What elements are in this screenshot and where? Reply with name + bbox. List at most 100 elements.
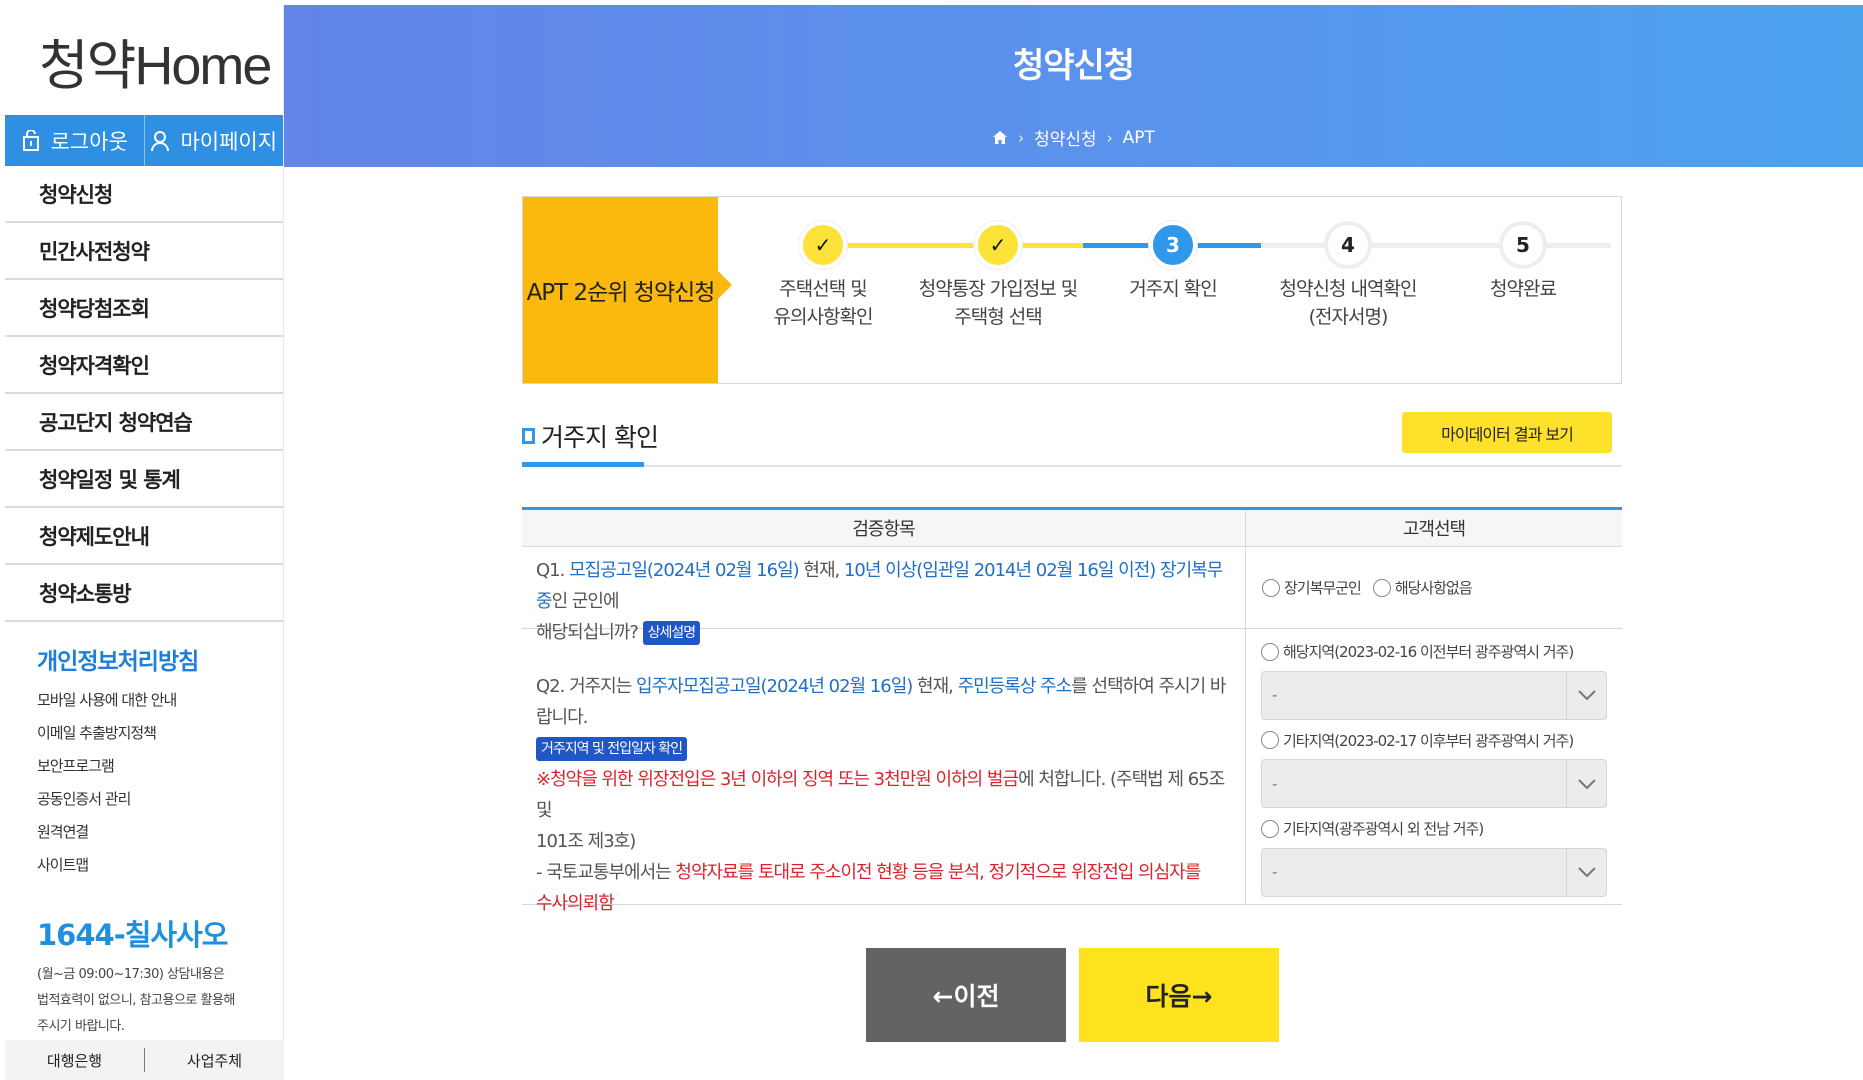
privacy-policy-link[interactable]: 개인정보처리방침 — [5, 622, 283, 676]
sidebar: 청약Home 로그아웃 마이페이지 청약신청 민간사전청약 청약당첨조회 청약자… — [5, 5, 284, 1080]
step-1-circle: ✓ — [799, 221, 847, 269]
chevron-down-icon — [1566, 849, 1606, 896]
radio-label: 해당사항없음 — [1395, 577, 1472, 598]
radio-label: 장기복무군인 — [1284, 577, 1361, 598]
breadcrumb-item[interactable]: 청약신청 — [1034, 125, 1097, 150]
step-label-line: 청약완료 — [1423, 275, 1623, 303]
home-icon[interactable] — [992, 130, 1008, 145]
q2-note-warning: 청약자료를 토대로 주소이전 현황 등을 분석, 정기적으로 위장전입 의심자를 — [675, 862, 1200, 883]
sidebar-item-apply[interactable]: 청약신청 — [5, 166, 283, 223]
radio-circle — [1262, 579, 1280, 597]
radio-long-term-military[interactable]: 장기복무군인 — [1262, 577, 1361, 598]
step-3-circle: 3 — [1149, 221, 1197, 269]
residence-check-button[interactable]: 거주지역 및 전입일자 확인 — [536, 737, 687, 761]
sub-link-mobile[interactable]: 모바일 사용에 대한 안내 — [5, 684, 283, 717]
q2-line: Q2. 거주지는 입주자모집공고일(2024년 02월 16일) 현재, 주민등… — [536, 671, 1231, 733]
square-bullet-icon — [522, 428, 535, 444]
step-2-label: 청약통장 가입정보 및주택형 선택 — [898, 275, 1098, 331]
logout-icon — [21, 130, 41, 152]
q2-note-warning: 청약을 위한 위장전입은 3년 이하의 징역 또는 3천만원 이하의 벌금 — [550, 769, 1018, 790]
sidebar-sub-links: 모바일 사용에 대한 안내 이메일 추출방지정책 보안프로그램 공동인증서 관리… — [5, 676, 283, 882]
q2-choices: 해당지역(2023-02-16 이전부터 광주광역시 거주) - 기타지역(20… — [1246, 629, 1622, 904]
breadcrumb-item[interactable]: APT — [1123, 128, 1155, 148]
sidebar-item-schedule[interactable]: 청약일정 및 통계 — [5, 451, 283, 508]
select-value: - — [1272, 863, 1277, 881]
logout-button[interactable]: 로그아웃 — [5, 115, 144, 166]
q1-date: 모집공고일(2024년 02월 16일) — [569, 560, 799, 581]
sub-link-sitemap[interactable]: 사이트맵 — [5, 849, 283, 882]
site-logo[interactable]: 청약Home — [5, 5, 283, 115]
q1-question: Q1. 모집공고일(2024년 02월 16일) 현재, 10년 이상(임관일 … — [522, 547, 1246, 628]
breadcrumb: › 청약신청 › APT — [284, 125, 1863, 150]
page-title: 청약신청 — [284, 38, 1863, 87]
user-bar: 로그아웃 마이페이지 — [5, 115, 283, 166]
sidebar-item-pre-subscription[interactable]: 민간사전청약 — [5, 223, 283, 280]
step-number: 5 — [1516, 233, 1530, 257]
q1-choices: 장기복무군인 해당사항없음 — [1246, 547, 1622, 628]
local-area-select[interactable]: - — [1261, 671, 1607, 720]
step-connector — [1261, 243, 1611, 248]
mypage-label: 마이페이지 — [180, 126, 277, 156]
radio-label: 해당지역(2023-02-16 이전부터 광주광역시 거주) — [1283, 641, 1573, 662]
table-row-q1: Q1. 모집공고일(2024년 02월 16일) 현재, 10년 이상(임관일 … — [522, 547, 1622, 629]
sub-link-remote[interactable]: 원격연결 — [5, 816, 283, 849]
radio-circle — [1261, 820, 1279, 838]
other-area-jeonnam-select[interactable]: - — [1261, 848, 1607, 897]
chevron-down-icon — [1566, 672, 1606, 719]
radio-circle — [1373, 579, 1391, 597]
phone-desc-line: 주시기 바랍니다. — [37, 1014, 263, 1040]
table-row-q2: Q2. 거주지는 입주자모집공고일(2024년 02월 16일) 현재, 주민등… — [522, 629, 1622, 905]
user-icon — [150, 130, 170, 152]
q2-note: - 국토교통부에서는 — [536, 862, 675, 883]
radio-other-area-jeonnam[interactable]: 기타지역(광주광역시 외 전남 거주) — [1261, 818, 1483, 839]
q1-line: Q1. 모집공고일(2024년 02월 16일) 현재, 10년 이상(임관일 … — [536, 555, 1231, 617]
agent-bank-link[interactable]: 대행은행 — [5, 1050, 144, 1071]
section-title: 거주지 확인 — [522, 418, 658, 454]
radio-other-area-gwangju[interactable]: 기타지역(2023-02-17 이후부터 광주광역시 거주) — [1261, 730, 1573, 751]
q2-text: Q2. 거주지는 — [536, 676, 636, 697]
select-value: - — [1272, 775, 1277, 793]
step-label-line: 주택형 선택 — [898, 303, 1098, 331]
table-header: 검증항목 고객선택 — [522, 510, 1622, 547]
logo-text: 청약Home — [39, 21, 270, 100]
step-4-circle: 4 — [1324, 221, 1372, 269]
q2-line: 수사의뢰함 — [536, 888, 1231, 919]
q2-note: 101조 제3호) — [536, 831, 635, 852]
radio-circle — [1261, 731, 1279, 749]
phone-number: 1644-칠사사오 — [5, 882, 283, 954]
mypage-button[interactable]: 마이페이지 — [144, 115, 284, 166]
radio-local-area[interactable]: 해당지역(2023-02-16 이전부터 광주광역시 거주) — [1261, 641, 1573, 662]
sidebar-item-practice[interactable]: 공고단지 청약연습 — [5, 394, 283, 451]
sub-link-security[interactable]: 보안프로그램 — [5, 750, 283, 783]
col-header-item: 검증항목 — [522, 510, 1246, 546]
business-entity-link[interactable]: 사업주체 — [145, 1050, 284, 1071]
page-header: 청약신청 › 청약신청 › APT — [284, 5, 1863, 167]
step-3-label: 거주지 확인 — [1073, 275, 1273, 303]
sub-link-certificate[interactable]: 공동인증서 관리 — [5, 783, 283, 816]
sub-link-email-policy[interactable]: 이메일 추출방지정책 — [5, 717, 283, 750]
mydata-result-button[interactable]: 마이데이터 결과 보기 — [1402, 412, 1612, 453]
phone-description: (월~금 09:00~17:30) 상담내용은 법적효력이 없으니, 참고용으로… — [5, 954, 283, 1040]
sidebar-item-eligibility[interactable]: 청약자격확인 — [5, 337, 283, 394]
sidebar-item-community[interactable]: 청약소통방 — [5, 565, 283, 622]
q2-line: 거주지역 및 전입일자 확인 — [536, 733, 1231, 764]
step-connector — [823, 243, 998, 248]
steps-label: APT 2순위 청약신청 — [523, 197, 718, 383]
q1-text: Q1. — [536, 560, 569, 581]
prev-button[interactable]: ←이전 — [866, 948, 1066, 1042]
q2-line: ※청약을 위한 위장전입은 3년 이하의 징역 또는 3천만원 이하의 벌금에 … — [536, 764, 1231, 826]
sidebar-nav: 청약신청 민간사전청약 청약당첨조회 청약자격확인 공고단지 청약연습 청약일정… — [5, 166, 283, 622]
sidebar-footer: 대행은행 사업주체 — [5, 1040, 284, 1080]
phone-desc-line: 법적효력이 없으니, 참고용으로 활용해 — [37, 988, 263, 1014]
select-value: - — [1272, 686, 1277, 704]
radio-not-applicable[interactable]: 해당사항없음 — [1373, 577, 1472, 598]
chevron-down-icon — [1566, 760, 1606, 807]
sidebar-item-winner-lookup[interactable]: 청약당첨조회 — [5, 280, 283, 337]
step-label-line: 청약통장 가입정보 및 — [898, 275, 1098, 303]
sidebar-item-guide[interactable]: 청약제도안내 — [5, 508, 283, 565]
step-number: 3 — [1166, 233, 1180, 257]
step-label-line: (전자서명) — [1248, 303, 1448, 331]
other-area-gwangju-select[interactable]: - — [1261, 759, 1607, 808]
q2-note-warning: 수사의뢰함 — [536, 893, 614, 914]
next-button[interactable]: 다음→ — [1079, 948, 1279, 1042]
